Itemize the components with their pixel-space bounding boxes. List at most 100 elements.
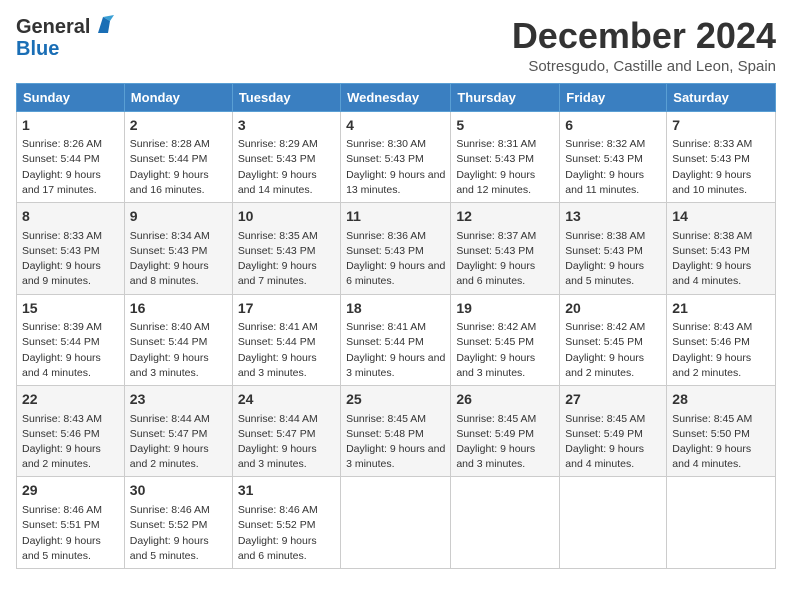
- day-info: Sunrise: 8:33 AMSunset: 5:43 PMDaylight:…: [22, 229, 119, 290]
- day-number: 18: [346, 299, 445, 319]
- day-number: 14: [672, 207, 770, 227]
- week-row-5: 29Sunrise: 8:46 AMSunset: 5:51 PMDayligh…: [17, 477, 776, 568]
- day-number: 24: [238, 390, 335, 410]
- day-number: 29: [22, 481, 119, 501]
- calendar-cell: 19Sunrise: 8:42 AMSunset: 5:45 PMDayligh…: [451, 294, 560, 385]
- day-number: 5: [456, 116, 554, 136]
- day-number: 1: [22, 116, 119, 136]
- day-number: 7: [672, 116, 770, 136]
- day-info: Sunrise: 8:45 AMSunset: 5:50 PMDaylight:…: [672, 412, 770, 473]
- calendar-cell: 16Sunrise: 8:40 AMSunset: 5:44 PMDayligh…: [124, 294, 232, 385]
- column-header-wednesday: Wednesday: [341, 83, 451, 111]
- column-header-sunday: Sunday: [17, 83, 125, 111]
- calendar-cell: 8Sunrise: 8:33 AMSunset: 5:43 PMDaylight…: [17, 203, 125, 294]
- calendar-cell: 31Sunrise: 8:46 AMSunset: 5:52 PMDayligh…: [232, 477, 340, 568]
- day-info: Sunrise: 8:44 AMSunset: 5:47 PMDaylight:…: [130, 412, 227, 473]
- day-info: Sunrise: 8:32 AMSunset: 5:43 PMDaylight:…: [565, 137, 661, 198]
- day-number: 13: [565, 207, 661, 227]
- day-number: 9: [130, 207, 227, 227]
- header: General Blue December 2024 Sotresgudo, C…: [16, 16, 776, 75]
- day-info: Sunrise: 8:38 AMSunset: 5:43 PMDaylight:…: [565, 229, 661, 290]
- calendar-cell: 6Sunrise: 8:32 AMSunset: 5:43 PMDaylight…: [560, 111, 667, 202]
- week-row-2: 8Sunrise: 8:33 AMSunset: 5:43 PMDaylight…: [17, 203, 776, 294]
- calendar-cell: 1Sunrise: 8:26 AMSunset: 5:44 PMDaylight…: [17, 111, 125, 202]
- calendar-cell: 23Sunrise: 8:44 AMSunset: 5:47 PMDayligh…: [124, 386, 232, 477]
- location-title: Sotresgudo, Castille and Leon, Spain: [512, 58, 776, 75]
- column-header-thursday: Thursday: [451, 83, 560, 111]
- day-number: 23: [130, 390, 227, 410]
- calendar-cell: 26Sunrise: 8:45 AMSunset: 5:49 PMDayligh…: [451, 386, 560, 477]
- day-info: Sunrise: 8:37 AMSunset: 5:43 PMDaylight:…: [456, 229, 554, 290]
- day-number: 10: [238, 207, 335, 227]
- day-number: 17: [238, 299, 335, 319]
- calendar-cell: [667, 477, 776, 568]
- day-info: Sunrise: 8:30 AMSunset: 5:43 PMDaylight:…: [346, 137, 445, 198]
- day-info: Sunrise: 8:42 AMSunset: 5:45 PMDaylight:…: [456, 320, 554, 381]
- calendar-cell: 12Sunrise: 8:37 AMSunset: 5:43 PMDayligh…: [451, 203, 560, 294]
- day-info: Sunrise: 8:34 AMSunset: 5:43 PMDaylight:…: [130, 229, 227, 290]
- day-number: 2: [130, 116, 227, 136]
- week-row-4: 22Sunrise: 8:43 AMSunset: 5:46 PMDayligh…: [17, 386, 776, 477]
- calendar-cell: 22Sunrise: 8:43 AMSunset: 5:46 PMDayligh…: [17, 386, 125, 477]
- day-number: 3: [238, 116, 335, 136]
- title-area: December 2024 Sotresgudo, Castille and L…: [512, 16, 776, 75]
- day-info: Sunrise: 8:44 AMSunset: 5:47 PMDaylight:…: [238, 412, 335, 473]
- day-number: 20: [565, 299, 661, 319]
- day-info: Sunrise: 8:28 AMSunset: 5:44 PMDaylight:…: [130, 137, 227, 198]
- calendar-cell: 14Sunrise: 8:38 AMSunset: 5:43 PMDayligh…: [667, 203, 776, 294]
- day-info: Sunrise: 8:45 AMSunset: 5:48 PMDaylight:…: [346, 412, 445, 473]
- calendar-cell: 3Sunrise: 8:29 AMSunset: 5:43 PMDaylight…: [232, 111, 340, 202]
- calendar-cell: 13Sunrise: 8:38 AMSunset: 5:43 PMDayligh…: [560, 203, 667, 294]
- calendar-cell: 17Sunrise: 8:41 AMSunset: 5:44 PMDayligh…: [232, 294, 340, 385]
- day-info: Sunrise: 8:29 AMSunset: 5:43 PMDaylight:…: [238, 137, 335, 198]
- logo: General Blue: [16, 16, 114, 60]
- day-info: Sunrise: 8:31 AMSunset: 5:43 PMDaylight:…: [456, 137, 554, 198]
- day-info: Sunrise: 8:41 AMSunset: 5:44 PMDaylight:…: [238, 320, 335, 381]
- day-info: Sunrise: 8:41 AMSunset: 5:44 PMDaylight:…: [346, 320, 445, 381]
- day-number: 8: [22, 207, 119, 227]
- day-number: 6: [565, 116, 661, 136]
- week-row-1: 1Sunrise: 8:26 AMSunset: 5:44 PMDaylight…: [17, 111, 776, 202]
- day-number: 15: [22, 299, 119, 319]
- calendar-cell: 24Sunrise: 8:44 AMSunset: 5:47 PMDayligh…: [232, 386, 340, 477]
- calendar-cell: 5Sunrise: 8:31 AMSunset: 5:43 PMDaylight…: [451, 111, 560, 202]
- calendar-cell: 15Sunrise: 8:39 AMSunset: 5:44 PMDayligh…: [17, 294, 125, 385]
- day-number: 21: [672, 299, 770, 319]
- calendar-cell: 9Sunrise: 8:34 AMSunset: 5:43 PMDaylight…: [124, 203, 232, 294]
- day-number: 30: [130, 481, 227, 501]
- day-number: 26: [456, 390, 554, 410]
- day-info: Sunrise: 8:42 AMSunset: 5:45 PMDaylight:…: [565, 320, 661, 381]
- column-header-monday: Monday: [124, 83, 232, 111]
- logo-blue-text: Blue: [16, 38, 114, 60]
- calendar-cell: [341, 477, 451, 568]
- day-info: Sunrise: 8:43 AMSunset: 5:46 PMDaylight:…: [22, 412, 119, 473]
- day-number: 19: [456, 299, 554, 319]
- calendar-cell: 28Sunrise: 8:45 AMSunset: 5:50 PMDayligh…: [667, 386, 776, 477]
- day-info: Sunrise: 8:33 AMSunset: 5:43 PMDaylight:…: [672, 137, 770, 198]
- calendar-cell: 4Sunrise: 8:30 AMSunset: 5:43 PMDaylight…: [341, 111, 451, 202]
- day-number: 11: [346, 207, 445, 227]
- week-row-3: 15Sunrise: 8:39 AMSunset: 5:44 PMDayligh…: [17, 294, 776, 385]
- calendar-cell: 18Sunrise: 8:41 AMSunset: 5:44 PMDayligh…: [341, 294, 451, 385]
- calendar-table: SundayMondayTuesdayWednesdayThursdayFrid…: [16, 83, 776, 569]
- day-number: 4: [346, 116, 445, 136]
- calendar-header-row: SundayMondayTuesdayWednesdayThursdayFrid…: [17, 83, 776, 111]
- calendar-cell: 30Sunrise: 8:46 AMSunset: 5:52 PMDayligh…: [124, 477, 232, 568]
- day-info: Sunrise: 8:43 AMSunset: 5:46 PMDaylight:…: [672, 320, 770, 381]
- day-info: Sunrise: 8:38 AMSunset: 5:43 PMDaylight:…: [672, 229, 770, 290]
- month-title: December 2024: [512, 16, 776, 56]
- logo-general-text: General: [16, 16, 90, 38]
- calendar-cell: [451, 477, 560, 568]
- day-number: 12: [456, 207, 554, 227]
- logo-triangle-icon: [92, 15, 114, 37]
- calendar-cell: 21Sunrise: 8:43 AMSunset: 5:46 PMDayligh…: [667, 294, 776, 385]
- calendar-cell: 10Sunrise: 8:35 AMSunset: 5:43 PMDayligh…: [232, 203, 340, 294]
- day-info: Sunrise: 8:40 AMSunset: 5:44 PMDaylight:…: [130, 320, 227, 381]
- day-info: Sunrise: 8:46 AMSunset: 5:51 PMDaylight:…: [22, 503, 119, 564]
- day-info: Sunrise: 8:35 AMSunset: 5:43 PMDaylight:…: [238, 229, 335, 290]
- column-header-tuesday: Tuesday: [232, 83, 340, 111]
- day-number: 28: [672, 390, 770, 410]
- day-info: Sunrise: 8:46 AMSunset: 5:52 PMDaylight:…: [130, 503, 227, 564]
- day-number: 25: [346, 390, 445, 410]
- column-header-saturday: Saturday: [667, 83, 776, 111]
